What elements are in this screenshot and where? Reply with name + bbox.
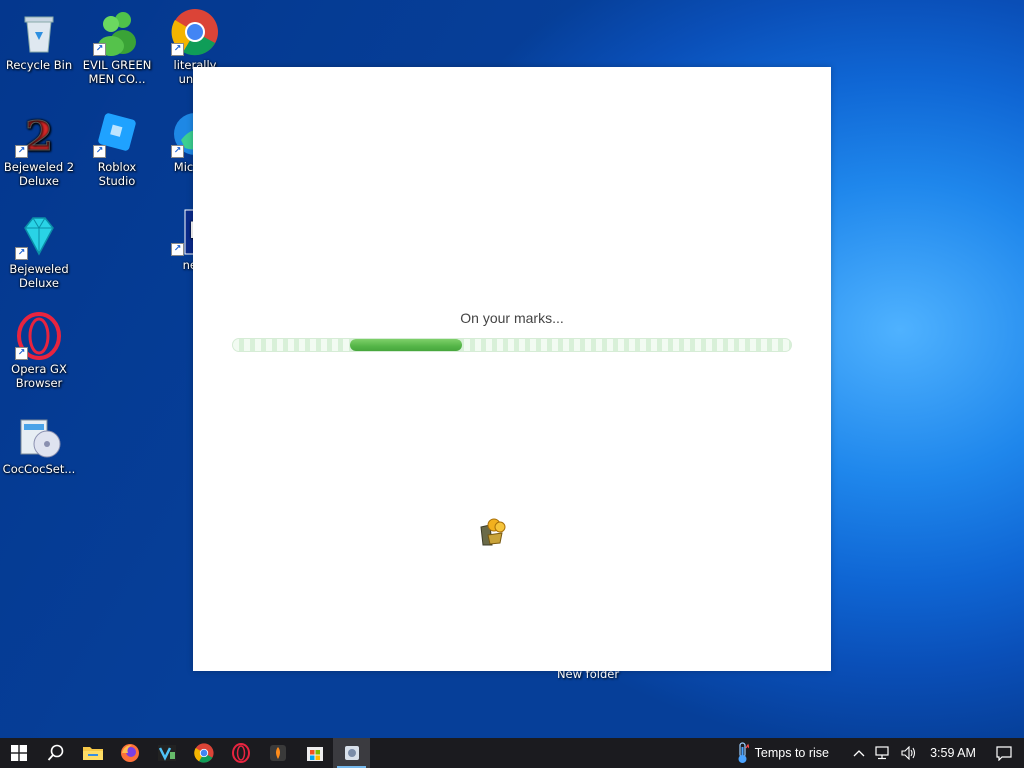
desktop-icon-coccoc-setup[interactable]: CocCocSet...	[0, 412, 78, 476]
weather-text: Temps to rise	[754, 746, 829, 760]
shortcut-arrow-icon: ↗	[93, 145, 106, 158]
shortcut-arrow-icon: ↗	[171, 43, 184, 56]
volume-icon[interactable]	[896, 738, 922, 768]
opera-gx-icon: ↗	[15, 312, 63, 360]
desktop-icon-bejeweled-2[interactable]: 2 ↗ Bejeweled 2 Deluxe	[0, 110, 78, 189]
shortcut-arrow-icon: ↗	[93, 43, 106, 56]
windows-start-icon[interactable]	[0, 738, 37, 768]
mascot-icon	[478, 517, 506, 547]
svg-text:2: 2	[25, 113, 53, 158]
loading-text: On your marks...	[460, 310, 564, 326]
shortcut-arrow-icon: ↗	[171, 145, 184, 158]
firefox-icon[interactable]	[111, 738, 148, 768]
recycle-bin-icon	[15, 8, 63, 56]
app-icon[interactable]	[259, 738, 296, 768]
progress-bar	[232, 338, 792, 352]
thermometer-icon	[738, 742, 749, 763]
shortcut-arrow-icon: ↗	[15, 347, 28, 360]
desktop-icon-bejeweled[interactable]: ↗ Bejeweled Deluxe	[0, 212, 78, 290]
chevron-up-icon[interactable]	[848, 738, 870, 768]
desktop-icon-label: Recycle Bin	[5, 58, 73, 72]
coccoc-setup-icon	[15, 412, 63, 460]
desktop-icon-evil-green-men[interactable]: ↗ EVIL GREEN MEN CO...	[78, 8, 156, 86]
taskbar: Temps to rise 3:59 AM	[0, 738, 1024, 768]
desktop-icon-label: EVIL GREEN MEN CO...	[82, 58, 152, 86]
file-explorer-icon[interactable]	[74, 738, 111, 768]
desktop-icon-label: Bejeweled 2 Deluxe	[3, 160, 75, 188]
search-icon[interactable]	[37, 738, 74, 768]
bejeweled-icon: ↗	[15, 212, 63, 260]
shortcut-arrow-icon: ↗	[171, 243, 184, 256]
store-icon[interactable]	[296, 738, 333, 768]
shortcut-arrow-icon: ↗	[15, 247, 28, 260]
app-window[interactable]: On your marks...	[193, 67, 831, 671]
shortcut-arrow-icon: ↗	[15, 145, 28, 158]
network-icon[interactable]	[870, 738, 896, 768]
weather-widget[interactable]: Temps to rise	[732, 738, 848, 768]
desktop-icon-label: Roblox Studio	[97, 160, 137, 188]
chrome-icon[interactable]	[185, 738, 222, 768]
desktop-icon-roblox-studio[interactable]: ↗ Roblox Studio	[78, 110, 156, 188]
desktop-icon-label: Opera GX Browser	[11, 362, 67, 390]
roblox-studio-icon: ↗	[93, 110, 141, 158]
game-app-icon[interactable]	[333, 738, 370, 768]
vs-icon[interactable]	[148, 738, 185, 768]
green-men-icon: ↗	[93, 8, 141, 56]
desktop-icon-label: Bejeweled Deluxe	[9, 262, 69, 290]
opera-gx-icon[interactable]	[222, 738, 259, 768]
notification-icon[interactable]	[984, 738, 1024, 768]
desktop-icon-label: CocCocSet...	[2, 462, 76, 476]
bejeweled-2-icon: 2 ↗	[15, 110, 63, 161]
chrome-icon: ↗	[171, 8, 219, 56]
desktop-icon-opera-gx[interactable]: ↗ Opera GX Browser	[0, 312, 78, 390]
progress-fill	[350, 339, 462, 351]
desktop-icon-recycle-bin[interactable]: Recycle Bin	[0, 8, 78, 72]
system-tray: Temps to rise 3:59 AM	[732, 738, 1024, 768]
clock[interactable]: 3:59 AM	[922, 738, 984, 768]
